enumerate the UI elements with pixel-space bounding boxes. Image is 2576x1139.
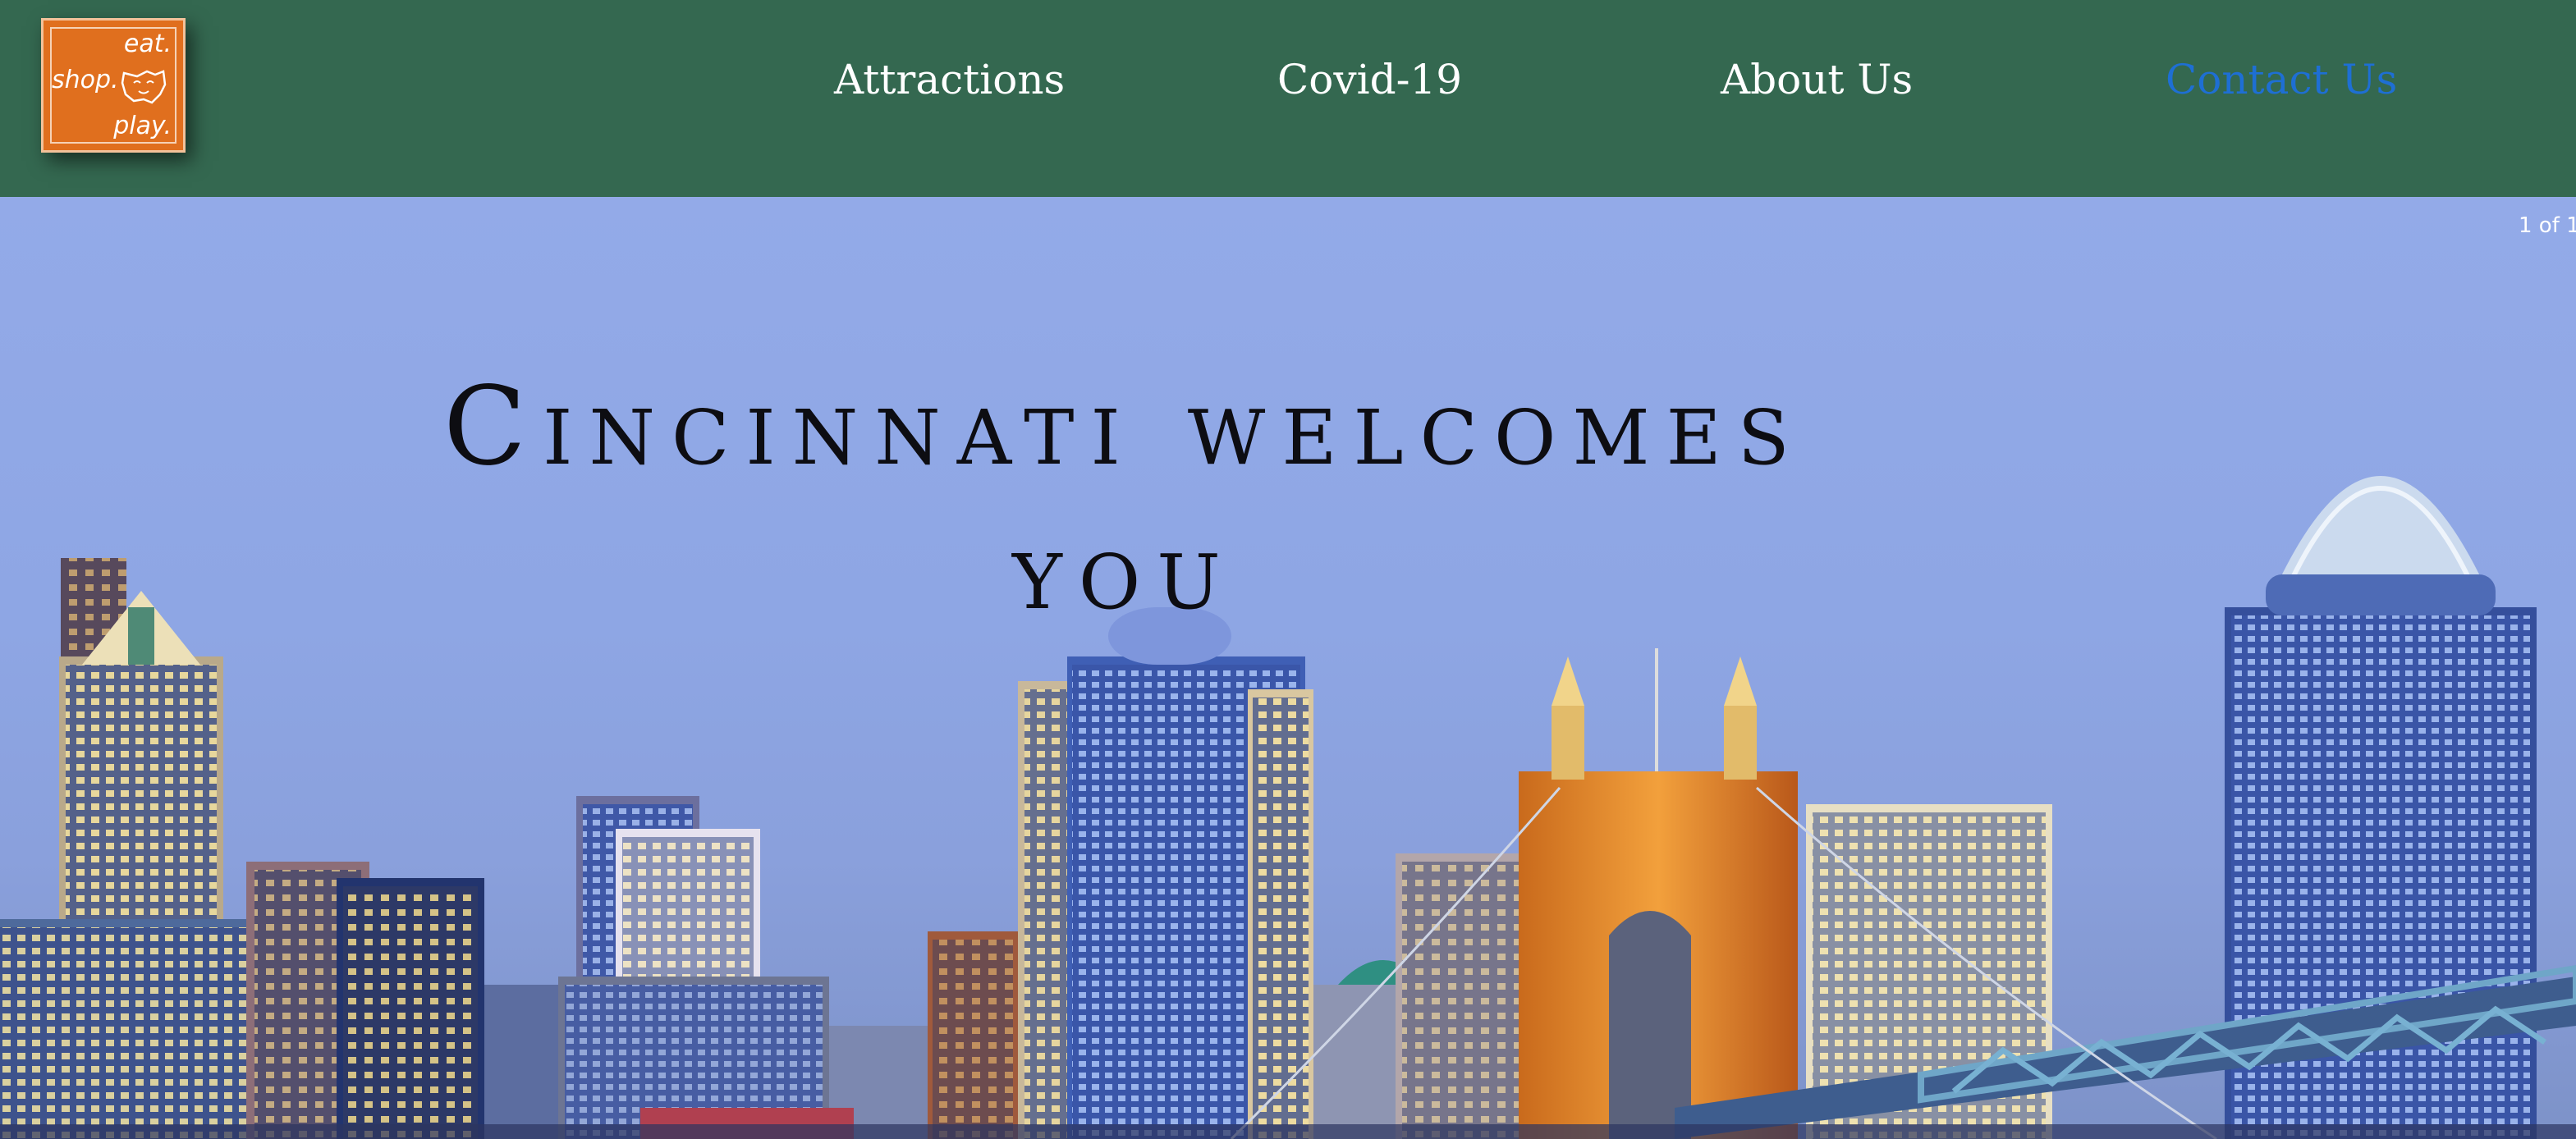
logo-shop-text: shop. <box>52 66 119 94</box>
site-logo[interactable]: eat. shop. play. <box>41 18 186 153</box>
logo-eat-text: eat. <box>123 30 172 58</box>
ohio-map-icon <box>121 70 167 104</box>
nav-covid-19[interactable]: Covid-19 <box>1277 56 1462 103</box>
hero-title-line-2: you <box>1012 508 1237 635</box>
hero-title: Cincinnati welcomes you <box>148 355 2102 643</box>
hero-title-line-1: Cincinnati welcomes <box>443 364 1806 491</box>
nav-attractions[interactable]: Attractions <box>834 56 1065 103</box>
nav-about-us[interactable]: About Us <box>1721 56 1913 103</box>
logo-play-text: play. <box>113 112 172 140</box>
site-header: eat. shop. play. Attractions Covid-19 Ab… <box>0 0 2576 197</box>
hero-slideshow[interactable]: 1 of 13 Cincinnati welcomes you <box>0 197 2576 1139</box>
nav-contact-us[interactable]: Contact Us <box>2166 56 2397 103</box>
cincinnati-skyline-image <box>0 476 2576 1139</box>
slide-counter: 1 of 13 <box>2519 213 2576 238</box>
